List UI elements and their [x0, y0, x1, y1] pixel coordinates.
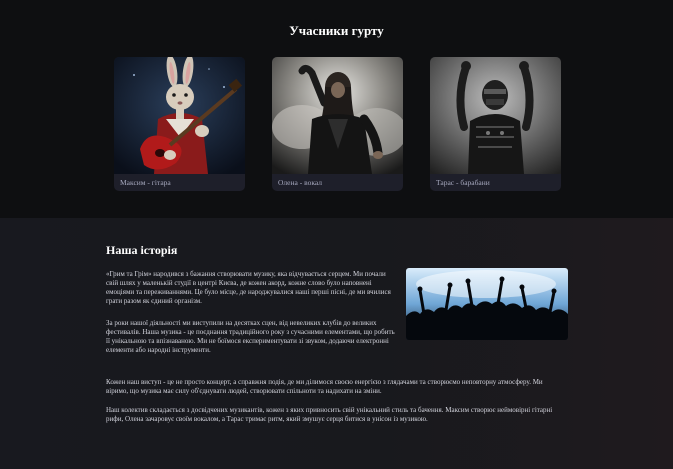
history-title: Наша історія	[106, 243, 178, 257]
member-card-taras[interactable]: Тарас - барабани	[430, 57, 561, 191]
history-section: Наша історія «Грим та Грім» народився з …	[0, 218, 673, 469]
members-title: Учасники гурту	[289, 23, 384, 38]
concert-crowd-photo	[406, 268, 568, 340]
members-section: Учасники гурту Максим - гітара Олена - в…	[0, 0, 673, 218]
member-caption: Олена - вокал	[278, 178, 322, 187]
member-caption: Тарас - барабани	[436, 178, 490, 187]
masked-drummer-photo	[430, 57, 561, 174]
history-paragraph-3: Кожен наш виступ - це не просто концерт,…	[106, 378, 543, 395]
history-paragraph-1: «Грим та Грім» народився з бажання створ…	[106, 270, 391, 305]
member-card-maksym[interactable]: Максим - гітара	[114, 57, 245, 191]
rabbit-guitarist-photo	[114, 57, 245, 174]
member-card-olena[interactable]: Олена - вокал	[272, 57, 403, 191]
member-caption: Максим - гітара	[120, 178, 171, 187]
history-paragraph-2: За роки нашої діяльності ми виступили на…	[106, 319, 395, 354]
rock-vocalist-photo	[272, 57, 403, 174]
history-paragraph-4: Наш колектив складається з досвідчених м…	[106, 406, 553, 423]
